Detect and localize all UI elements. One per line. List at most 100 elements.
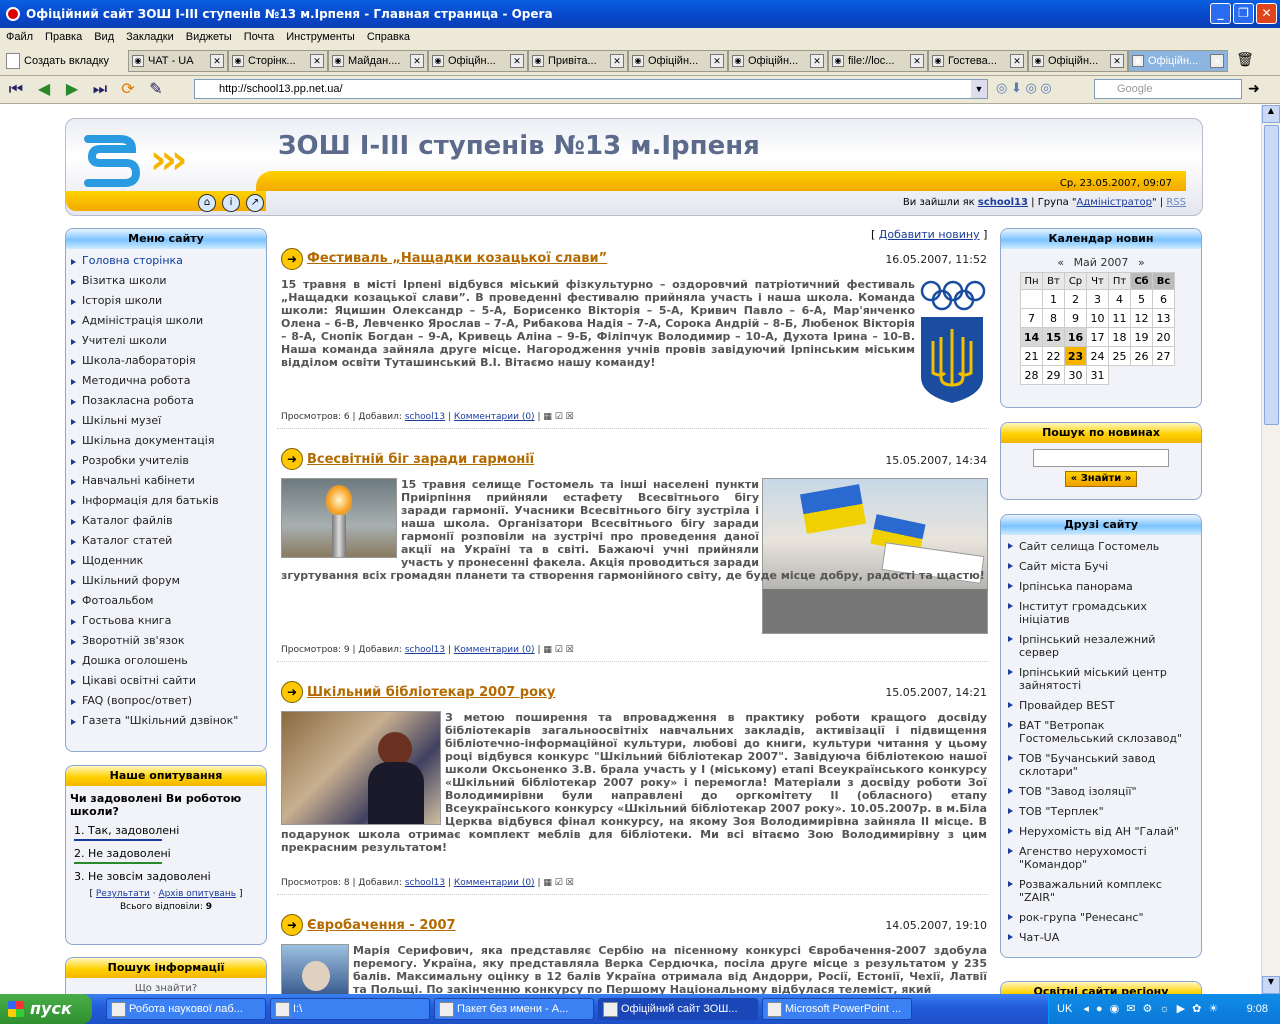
news-search-button[interactable]: « Знайти »	[1065, 471, 1137, 487]
site-menu-item[interactable]: Щоденник	[66, 551, 266, 571]
home-icon[interactable]: ⌂	[198, 194, 216, 212]
taskbar-item[interactable]: Офіційний сайт ЗОШ...	[598, 998, 758, 1020]
calendar-day[interactable]: 22	[1042, 346, 1065, 366]
poll-results-link[interactable]: Результати	[96, 889, 150, 899]
calendar-day[interactable]: 20	[1152, 327, 1175, 347]
tab-close-icon[interactable]: ✕	[610, 53, 624, 68]
site-menu-item[interactable]: Методична робота	[66, 371, 266, 391]
tray-icons[interactable]: ◂ ● ◉ ✉ ⚙ ☼ ▶ ✿ ☀	[1083, 1003, 1220, 1015]
site-menu-item[interactable]: Каталог файлів	[66, 511, 266, 531]
site-menu-item[interactable]: Шкільний форум	[66, 571, 266, 591]
start-button[interactable]: пуск	[0, 994, 92, 1024]
news-admin-icons[interactable]: ▦ ☑ ☒	[543, 412, 573, 422]
friend-link[interactable]: ТОВ "Завод ізоляції"	[1003, 785, 1197, 798]
calendar-day[interactable]: 29	[1042, 365, 1065, 385]
tab-9[interactable]: ◉ Офіційн... ✕	[1028, 49, 1128, 72]
trash-icon[interactable]: 🗑	[1234, 51, 1256, 71]
site-menu-item[interactable]: Фотоальбом	[66, 591, 266, 611]
vertical-scrollbar[interactable]: ▲ ▼	[1261, 105, 1280, 994]
tab-close-icon[interactable]: ✕	[210, 53, 224, 68]
news-comments-link[interactable]: Комментарии (0)	[454, 412, 535, 422]
calendar-day[interactable]: 24	[1086, 346, 1109, 366]
news-title-1[interactable]: Фестиваль „Нащадки козацької слави”	[307, 251, 607, 266]
calendar-day[interactable]: 17	[1086, 327, 1109, 347]
calendar-day[interactable]: 19	[1130, 327, 1153, 347]
reload-icon[interactable]: ⟳	[116, 79, 140, 101]
calendar-day[interactable]: 30	[1064, 365, 1087, 385]
poll-archive-link[interactable]: Архів опитувань	[158, 889, 236, 899]
forward-icon[interactable]: ▶	[60, 79, 84, 101]
site-menu-item[interactable]: Шкільна документація	[66, 431, 266, 451]
address-dropdown-icon[interactable]: ▼	[971, 80, 987, 98]
calendar-day[interactable]: 31	[1086, 365, 1109, 385]
site-menu-item[interactable]: Навчальні кабінети	[66, 471, 266, 491]
calendar-day[interactable]: 13	[1152, 308, 1175, 328]
scroll-thumb[interactable]	[1264, 125, 1279, 425]
new-tab-button[interactable]: Создать вкладку	[0, 52, 128, 69]
menu-4[interactable]: Виджеты	[180, 31, 238, 43]
calendar-next[interactable]: »	[1138, 256, 1145, 269]
calendar-day[interactable]: 9	[1064, 308, 1087, 328]
maximize-button[interactable]: ❐	[1233, 3, 1254, 24]
user-link[interactable]: school13	[978, 197, 1028, 208]
site-menu-item[interactable]: Візитка школи	[66, 271, 266, 291]
calendar-day[interactable]: 3	[1086, 289, 1109, 309]
calendar-day[interactable]: 7	[1020, 308, 1043, 328]
friend-link[interactable]: Чат-UA	[1003, 931, 1197, 944]
tab-close-icon[interactable]: ✕	[310, 53, 324, 68]
calendar-day[interactable]: 21	[1020, 346, 1043, 366]
friend-link[interactable]: Сайт селища Гостомель	[1003, 540, 1197, 553]
site-menu-item[interactable]: Позакласна робота	[66, 391, 266, 411]
tab-4[interactable]: ◉ Привіта... ✕	[528, 49, 628, 72]
tab-8[interactable]: ◉ Гостева... ✕	[928, 49, 1028, 72]
close-window-button[interactable]: ✕	[1256, 3, 1277, 24]
minimize-button[interactable]: _	[1210, 3, 1231, 24]
friend-link[interactable]: Ірпінський міський центр зайнятості	[1003, 666, 1197, 692]
tab-7[interactable]: ◉ file://loc... ✕	[828, 49, 928, 72]
tab-6[interactable]: ◉ Офіційн... ✕	[728, 49, 828, 72]
site-menu-item[interactable]: Зворотній зв'язок	[66, 631, 266, 651]
news-author-link[interactable]: school13	[405, 412, 445, 422]
news-author-link[interactable]: school13	[405, 645, 445, 655]
language-indicator[interactable]: UK	[1057, 1003, 1072, 1015]
calendar-day[interactable]: 5	[1130, 289, 1153, 309]
tab-close-icon[interactable]: ✕	[710, 53, 724, 68]
fast-forward-icon[interactable]: ⏭	[88, 79, 112, 101]
login-icon[interactable]: ↗	[246, 194, 264, 212]
menu-3[interactable]: Закладки	[120, 31, 180, 43]
friend-link[interactable]: Нерухомість від АН "Галай"	[1003, 825, 1197, 838]
edit-icon[interactable]: ✎	[144, 79, 168, 101]
site-menu-item[interactable]: Шкільні музеї	[66, 411, 266, 431]
menu-1[interactable]: Правка	[39, 31, 88, 43]
calendar-day[interactable]: 8	[1042, 308, 1065, 328]
tab-close-icon[interactable]: ✕	[1210, 53, 1224, 68]
scroll-up-icon[interactable]: ▲	[1262, 105, 1280, 123]
calendar-day[interactable]: 4	[1108, 289, 1131, 309]
menu-7[interactable]: Справка	[361, 31, 416, 43]
calendar-day[interactable]: 27	[1152, 346, 1175, 366]
search-input[interactable]: Google	[1094, 79, 1242, 99]
news-comments-link[interactable]: Комментарии (0)	[454, 878, 535, 888]
site-menu-item[interactable]: FAQ (вопрос/ответ)	[66, 691, 266, 711]
calendar-day[interactable]: 14	[1020, 327, 1043, 347]
address-field[interactable]: http://school13.pp.net.ua/▼	[194, 79, 988, 99]
menu-6[interactable]: Инструменты	[280, 31, 361, 43]
friend-link[interactable]: Провайдер BEST	[1003, 699, 1197, 712]
group-link[interactable]: Адміністратор	[1077, 197, 1152, 208]
tab-close-icon[interactable]: ✕	[410, 53, 424, 68]
news-comments-link[interactable]: Комментарии (0)	[454, 645, 535, 655]
news-title-4[interactable]: Євробачення - 2007	[307, 918, 456, 933]
site-menu-item[interactable]: Адміністрація школи	[66, 311, 266, 331]
tab-close-icon[interactable]: ✕	[1110, 53, 1124, 68]
calendar-day[interactable]: 11	[1108, 308, 1131, 328]
taskbar-item[interactable]: Пакет без имени - А...	[434, 998, 594, 1020]
site-menu-item[interactable]: Школа-лабораторія	[66, 351, 266, 371]
site-menu-item[interactable]: Газета "Шкільний дзвінок"	[66, 711, 266, 731]
news-admin-icons[interactable]: ▦ ☑ ☒	[543, 878, 573, 888]
calendar-day[interactable]: 28	[1020, 365, 1043, 385]
news-author-link[interactable]: school13	[405, 878, 445, 888]
calendar-prev[interactable]: «	[1057, 256, 1064, 269]
tab-10[interactable]: ◉ Офіційн... ✕	[1128, 49, 1228, 72]
news-title-3[interactable]: Шкільний бібліотекар 2007 року	[307, 685, 555, 700]
site-menu-item[interactable]: Дошка оголошень	[66, 651, 266, 671]
